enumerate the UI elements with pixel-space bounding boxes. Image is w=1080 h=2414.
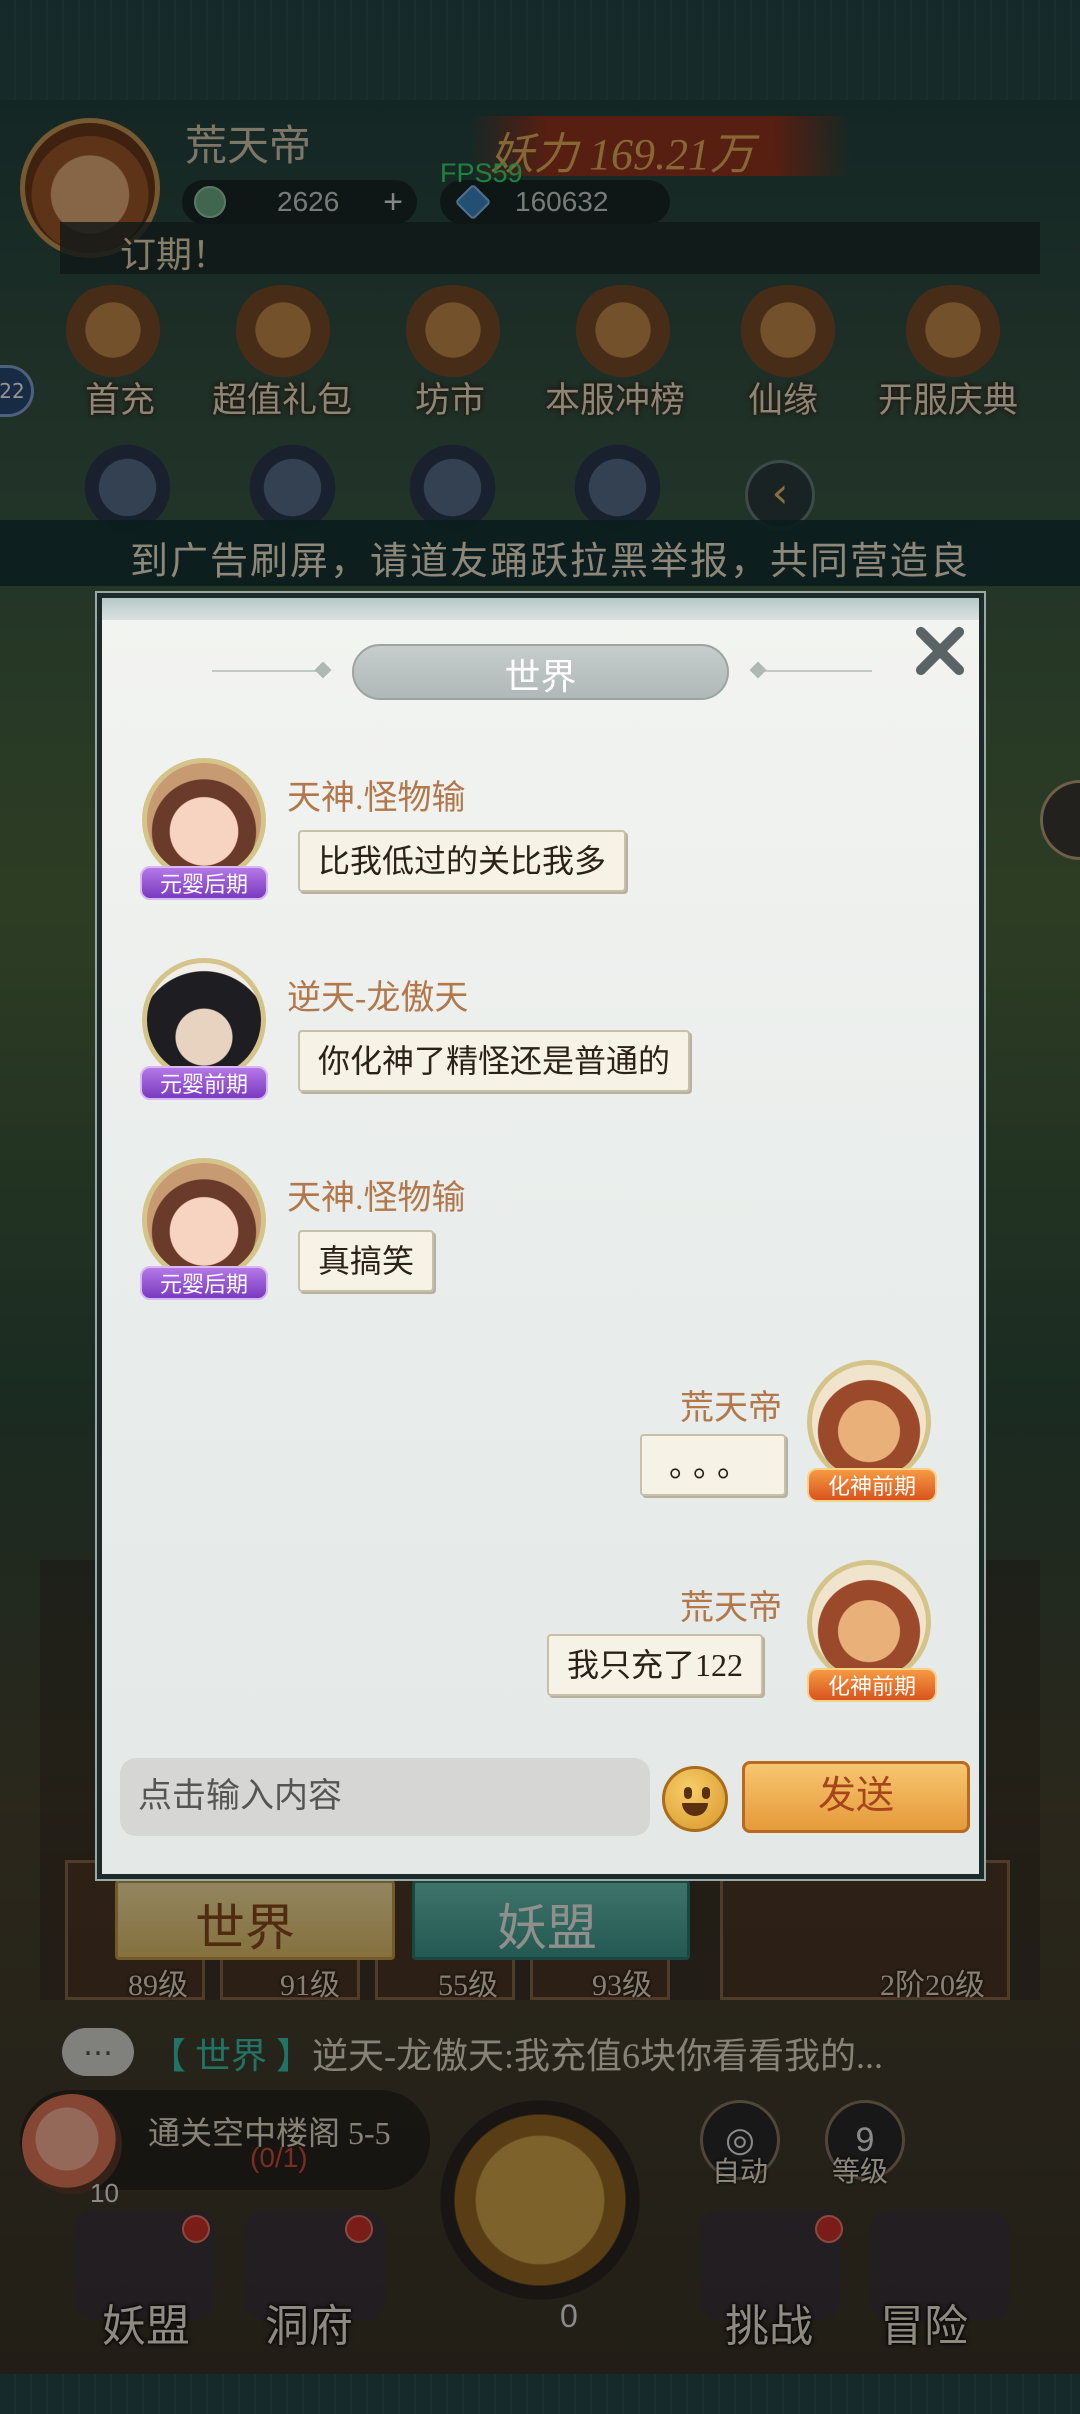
title-divider bbox=[762, 670, 872, 672]
title-ornament bbox=[749, 661, 767, 679]
emoji-eye bbox=[684, 1787, 692, 1799]
emoji-eye bbox=[702, 1787, 710, 1799]
sender-name[interactable]: 天神.怪物输 bbox=[287, 1170, 466, 1219]
rank-badge: 元婴后期 bbox=[140, 866, 268, 900]
close-button[interactable] bbox=[902, 616, 972, 686]
emoji-icon[interactable] bbox=[662, 1766, 728, 1832]
world-chat-modal: 世界 元婴后期 天神.怪物输 比我低过的关比我多 元婴前期 逆天-龙傲天 你化神… bbox=[97, 593, 984, 1879]
boy-avatar[interactable] bbox=[142, 958, 266, 1082]
chat-input[interactable]: 点击输入内容 bbox=[120, 1758, 650, 1836]
message-bubble[interactable]: 真搞笑 bbox=[298, 1230, 435, 1292]
message-bubble[interactable]: 你化神了精怪还是普通的 bbox=[298, 1030, 691, 1092]
rank-badge: 化神前期 bbox=[807, 1668, 937, 1702]
modal-title: 世界 bbox=[504, 657, 577, 697]
message-bubble[interactable]: 。。。 bbox=[640, 1434, 786, 1496]
send-button[interactable]: 发送 bbox=[742, 1761, 970, 1833]
modal-top-bar bbox=[102, 598, 979, 620]
message-bubble[interactable]: 比我低过的关比我多 bbox=[298, 830, 627, 892]
sender-name[interactable]: 逆天-龙傲天 bbox=[287, 970, 468, 1019]
title-ornament bbox=[314, 661, 332, 679]
rank-badge: 元婴前期 bbox=[140, 1066, 268, 1100]
sender-name[interactable]: 荒天帝 bbox=[622, 1580, 782, 1629]
sender-name[interactable]: 荒天帝 bbox=[622, 1380, 782, 1429]
emoji-mouth bbox=[682, 1803, 708, 1816]
girl-avatar[interactable] bbox=[142, 758, 266, 882]
girl-avatar[interactable] bbox=[142, 1158, 266, 1282]
rank-badge: 元婴后期 bbox=[140, 1266, 268, 1300]
sender-name[interactable]: 天神.怪物输 bbox=[287, 770, 466, 819]
monkey-avatar[interactable] bbox=[807, 1360, 931, 1484]
message-bubble[interactable]: 我只充了122 bbox=[547, 1634, 764, 1696]
title-divider bbox=[212, 670, 322, 672]
monkey-avatar[interactable] bbox=[807, 1560, 931, 1684]
rank-badge: 化神前期 bbox=[807, 1468, 937, 1502]
